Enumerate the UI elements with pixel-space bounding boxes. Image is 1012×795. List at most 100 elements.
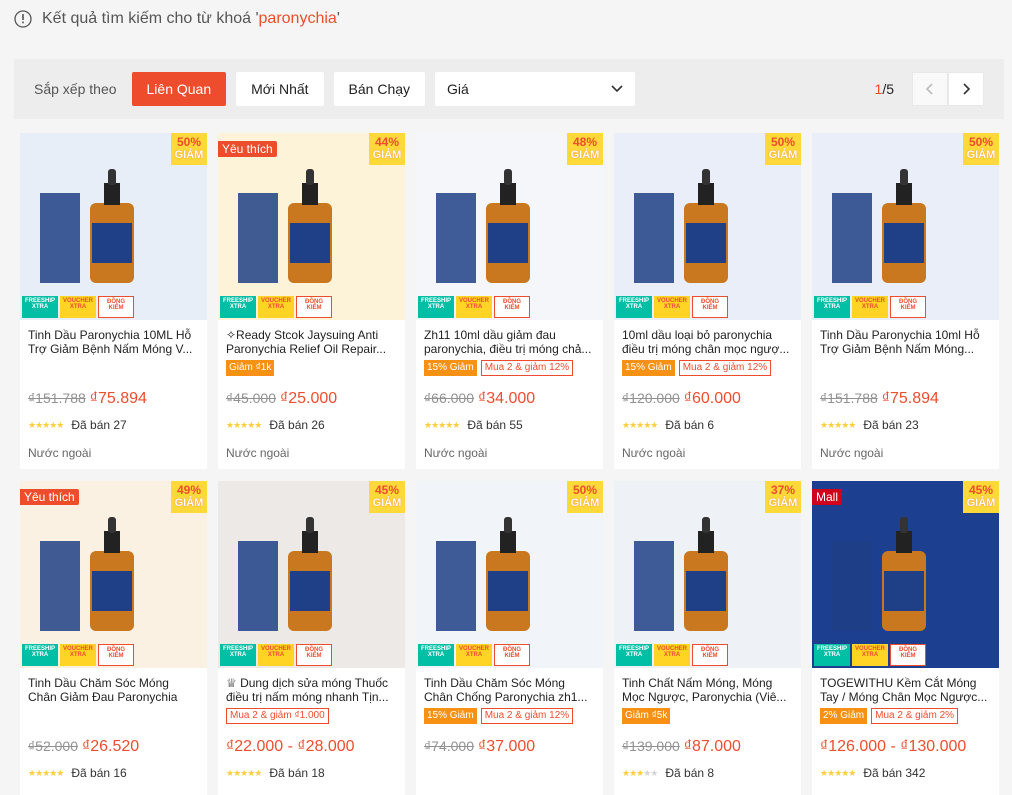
dong-kiem-badge: ĐỒNG KIỂM <box>98 296 134 318</box>
promo-badges: FREESHIP XTRA VOUCHER XTRA ĐỒNG KIỂM <box>220 644 332 666</box>
promo-badges: FREESHIP XTRA VOUCHER XTRA ĐỒNG KIỂM <box>418 296 530 318</box>
promo-tag: Mua 2 & giảm 12% <box>480 360 574 376</box>
promo-tag: Mua 2 & giảm 12% <box>480 708 574 724</box>
sold-count: Đã bán 8 <box>665 766 715 780</box>
product-card[interactable]: Mall 45% GIẢM FREESHIP XTRA VOUCHER XTRA… <box>812 481 999 795</box>
search-hint-prefix: Kết quả tìm kiếm cho từ khoá ' <box>42 10 259 27</box>
product-image: 45% GIẢM FREESHIP XTRA VOUCHER XTRA ĐỒNG… <box>218 481 405 668</box>
sold-count: Đã bán 55 <box>467 418 523 432</box>
promo-badges: FREESHIP XTRA VOUCHER XTRA ĐỒNG KIỂM <box>22 644 134 666</box>
star-rating: ★★★★★ <box>820 419 856 430</box>
product-image: 50% GIẢM FREESHIP XTRA VOUCHER XTRA ĐỒNG… <box>614 133 801 320</box>
price-sort-label: Giá <box>447 81 469 97</box>
product-image: 50% GIẢM FREESHIP XTRA VOUCHER XTRA ĐỒNG… <box>416 481 603 668</box>
product-card[interactable]: 48% GIẢM FREESHIP XTRA VOUCHER XTRA ĐỒNG… <box>416 133 603 469</box>
product-rating: ★★★★★ Đã bán 23 <box>820 418 991 432</box>
old-price: ₫74.000 <box>424 738 475 754</box>
product-tags <box>28 360 199 376</box>
old-price: ₫52.000 <box>28 738 79 754</box>
product-card[interactable]: 50% GIẢM FREESHIP XTRA VOUCHER XTRA ĐỒNG… <box>416 481 603 795</box>
old-price: ₫45.000 <box>226 390 277 406</box>
product-prices: ₫66.000 ₫34.000 <box>424 390 595 408</box>
discount-badge: 45% GIẢM <box>369 481 405 513</box>
product-tags: 15% Giảm Mua 2 & giảm 12% <box>424 360 595 376</box>
product-image: Yêu thích 44% GIẢM FREESHIP XTRA VOUCHER… <box>218 133 405 320</box>
product-card[interactable]: Yêu thích 49% GIẢM FREESHIP XTRA VOUCHER… <box>20 481 207 795</box>
sold-count: Đã bán 27 <box>71 418 127 432</box>
discount-percent: 45% <box>968 483 994 497</box>
discount-badge: 48% GIẢM <box>567 133 603 165</box>
product-tags <box>28 708 199 724</box>
page-total: /5 <box>882 81 894 97</box>
freeship-badge: FREESHIP XTRA <box>814 296 850 318</box>
discount-badge: 50% GIẢM <box>963 133 999 165</box>
sold-count: Đã bán 26 <box>269 418 325 432</box>
freeship-badge: FREESHIP XTRA <box>418 296 454 318</box>
voucher-xtra-badge: VOUCHER XTRA <box>852 644 888 666</box>
product-rating: ★★★★★ Đã bán 16 <box>28 766 199 780</box>
product-card[interactable]: 50% GIẢM FREESHIP XTRA VOUCHER XTRA ĐỒNG… <box>614 133 801 469</box>
product-title: ♕ Dung dịch sửa móng Thuốc điều trị nấm … <box>226 676 389 704</box>
discount-badge: 50% GIẢM <box>765 133 801 165</box>
dong-kiem-badge: ĐỒNG KIỂM <box>296 644 332 666</box>
current-price: ₫87.000 <box>683 738 741 755</box>
sold-count: Đã bán 6 <box>665 418 715 432</box>
sort-relevance-button[interactable]: Liên Quan <box>131 72 227 106</box>
freeship-badge: FREESHIP XTRA <box>814 644 850 666</box>
freeship-badge: FREESHIP XTRA <box>220 644 256 666</box>
product-tags: 15% Giảm Mua 2 & giảm 12% <box>622 360 793 376</box>
sort-bestseller-button[interactable]: Bán Chạy <box>333 72 426 106</box>
promo-badges: FREESHIP XTRA VOUCHER XTRA ĐỒNG KIỂM <box>220 296 332 318</box>
voucher-xtra-badge: VOUCHER XTRA <box>258 296 294 318</box>
product-ribbon: Yêu thích <box>20 489 79 505</box>
price-sort-select[interactable]: Giá <box>435 72 636 106</box>
star-rating: ★★★★★ <box>424 419 460 430</box>
sold-count: Đã bán 16 <box>71 766 127 780</box>
voucher-xtra-badge: VOUCHER XTRA <box>654 296 690 318</box>
product-prices: ₫126.000 - ₫130.000 <box>820 738 991 756</box>
product-tags: Giảm ₫5k <box>622 708 793 724</box>
current-price: ₫34.000 <box>478 390 536 407</box>
product-prices: ₫45.000 ₫25.000 <box>226 390 397 408</box>
discount-percent: 48% <box>572 135 598 149</box>
product-title: Tinh Dầu Chăm Sóc Móng Chân Giảm Đau Par… <box>28 676 178 704</box>
product-title: TOGEWITHU Kềm Cắt Móng Tay / Móng Chân M… <box>820 676 988 704</box>
product-title: Tinh Chất Nấm Móng, Móng Mọc Ngược, Paro… <box>622 676 787 704</box>
product-location: Nước ngoài <box>820 446 884 460</box>
product-card[interactable]: 50% GIẢM FREESHIP XTRA VOUCHER XTRA ĐỒNG… <box>812 133 999 469</box>
promo-tag: Giảm ₫1k <box>226 360 275 376</box>
promo-tag: Mua 2 & giảm ₫1.000 <box>226 708 329 724</box>
discount-badge: 44% GIẢM <box>369 133 405 165</box>
product-title: ✧Ready Stcok Jaysuing Anti Paronychia Re… <box>226 328 387 356</box>
next-page-button[interactable] <box>948 72 984 106</box>
discount-off-label: GIẢM <box>966 497 996 509</box>
product-rating: ★★★★★ Đã bán 27 <box>28 418 199 432</box>
search-keyword: paronychia <box>258 10 337 27</box>
discount-off-label: GIẢM <box>570 149 600 161</box>
product-card[interactable]: 37% GIẢM FREESHIP XTRA VOUCHER XTRA ĐỒNG… <box>614 481 801 795</box>
product-tags: Giảm ₫1k <box>226 360 397 376</box>
dong-kiem-badge: ĐỒNG KIỂM <box>98 644 134 666</box>
current-price: ₫25.000 <box>280 390 338 407</box>
star-rating: ★★★★★ <box>28 419 64 430</box>
product-card[interactable]: Yêu thích 44% GIẢM FREESHIP XTRA VOUCHER… <box>218 133 405 469</box>
star-rating: ★★★★★ <box>622 419 658 430</box>
product-ribbon: Mall <box>812 489 843 505</box>
product-prices: ₫52.000 ₫26.520 <box>28 738 199 756</box>
discount-off-label: GIẢM <box>174 149 204 161</box>
product-card[interactable]: 45% GIẢM FREESHIP XTRA VOUCHER XTRA ĐỒNG… <box>218 481 405 795</box>
discount-percent: 50% <box>572 483 598 497</box>
discount-badge: 50% GIẢM <box>567 481 603 513</box>
sort-bar: Sắp xếp theo Liên Quan Mới Nhất Bán Chạy… <box>14 59 1004 119</box>
sold-count: Đã bán 23 <box>863 418 919 432</box>
sort-newest-button[interactable]: Mới Nhất <box>236 72 324 106</box>
freeship-badge: FREESHIP XTRA <box>22 644 58 666</box>
product-location: Nước ngoài <box>622 446 686 460</box>
discount-off-label: GIẢM <box>768 497 798 509</box>
product-card[interactable]: 50% GIẢM FREESHIP XTRA VOUCHER XTRA ĐỒNG… <box>20 133 207 469</box>
product-rating: ★★★★★ Đã bán 26 <box>226 418 397 432</box>
product-location: Nước ngoài <box>424 446 488 460</box>
discount-off-label: GIẢM <box>372 149 402 161</box>
prev-page-button[interactable] <box>912 72 948 106</box>
old-price: ₫66.000 <box>424 390 475 406</box>
